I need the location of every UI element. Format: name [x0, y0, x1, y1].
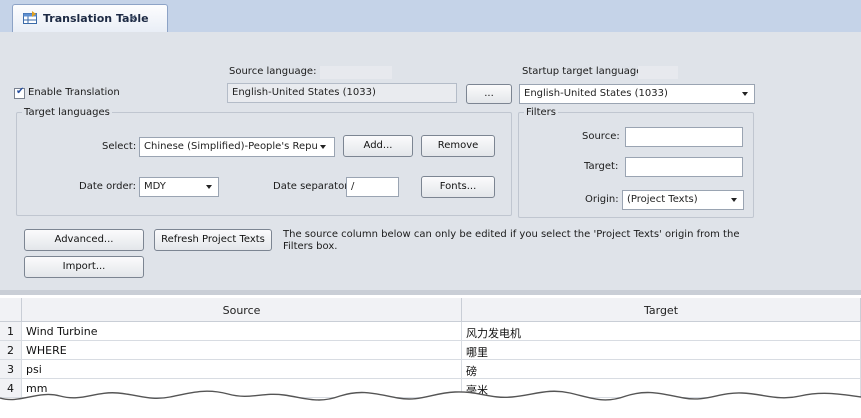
filter-target-input[interactable]	[625, 157, 743, 177]
date-order-select[interactable]: MDY	[139, 177, 219, 197]
target-column-header[interactable]: Target	[462, 298, 861, 322]
startup-target-language-value: English-United States (1033)	[524, 88, 668, 99]
chevron-down-icon	[206, 185, 212, 189]
remove-language-button[interactable]: Remove	[421, 135, 495, 157]
checkmark-icon: ✔	[16, 86, 25, 97]
source-cell[interactable]: WHERE	[22, 341, 462, 360]
target-cell[interactable]: 风力发电机	[462, 322, 861, 341]
row-number: 1	[0, 322, 22, 341]
import-button[interactable]: Import...	[24, 256, 144, 278]
filter-origin-label: Origin:	[585, 194, 619, 205]
target-language-select[interactable]: Chinese (Simplified)-People's Repu	[139, 137, 335, 157]
enable-translation-checkbox[interactable]: ✔	[14, 86, 25, 99]
target-languages-group-label: Target languages	[22, 107, 112, 118]
date-order-value: MDY	[144, 181, 166, 192]
row-number-header	[0, 298, 22, 322]
filter-origin-value: (Project Texts)	[627, 194, 698, 205]
enable-translation-label: Enable Translation	[28, 87, 120, 98]
tab-translation-table[interactable]: Translation Table ×	[12, 4, 168, 32]
advanced-button[interactable]: Advanced...	[24, 229, 144, 251]
filter-source-label: Source:	[582, 131, 620, 142]
browse-source-language-button[interactable]: ...	[466, 84, 512, 104]
add-language-button[interactable]: Add...	[343, 135, 413, 157]
select-language-label: Select:	[102, 141, 137, 152]
filter-target-label: Target:	[584, 161, 619, 172]
source-language-label: Source language:	[229, 66, 317, 77]
source-language-value: English-United States (1033)	[232, 87, 376, 98]
filters-group-label: Filters	[524, 107, 558, 118]
target-languages-group	[16, 112, 512, 216]
date-order-label: Date order:	[79, 181, 136, 192]
source-language-label-fill	[320, 66, 392, 79]
row-number: 3	[0, 360, 22, 379]
date-separator-label: Date separator:	[273, 181, 352, 192]
torn-edge	[0, 390, 861, 418]
chevron-down-icon	[320, 145, 326, 149]
filter-source-input[interactable]	[625, 127, 743, 147]
translation-table-icon	[23, 11, 37, 24]
origin-note: The source column below can only be edit…	[283, 229, 740, 252]
target-language-select-value: Chinese (Simplified)-People's Repu	[144, 141, 318, 152]
date-separator-value: /	[351, 181, 355, 192]
filter-origin-select[interactable]: (Project Texts)	[622, 190, 744, 210]
startup-target-language-select[interactable]: English-United States (1033)	[519, 84, 755, 104]
source-cell[interactable]: psi	[22, 360, 462, 379]
source-language-field: English-United States (1033)	[227, 83, 457, 103]
chevron-down-icon	[731, 198, 737, 202]
source-column-header[interactable]: Source	[22, 298, 462, 322]
startup-target-label-fill	[638, 66, 678, 79]
chevron-down-icon	[742, 92, 748, 96]
refresh-project-texts-button[interactable]: Refresh Project Texts	[154, 229, 272, 251]
row-number: 2	[0, 341, 22, 360]
close-icon[interactable]: ×	[128, 11, 137, 24]
source-cell[interactable]: Wind Turbine	[22, 322, 462, 341]
target-cell[interactable]: 磅	[462, 360, 861, 379]
target-cell[interactable]: 哪里	[462, 341, 861, 360]
startup-target-language-label: Startup target language:	[522, 66, 646, 77]
fonts-button[interactable]: Fonts...	[421, 176, 495, 198]
date-separator-input[interactable]: /	[346, 177, 399, 197]
